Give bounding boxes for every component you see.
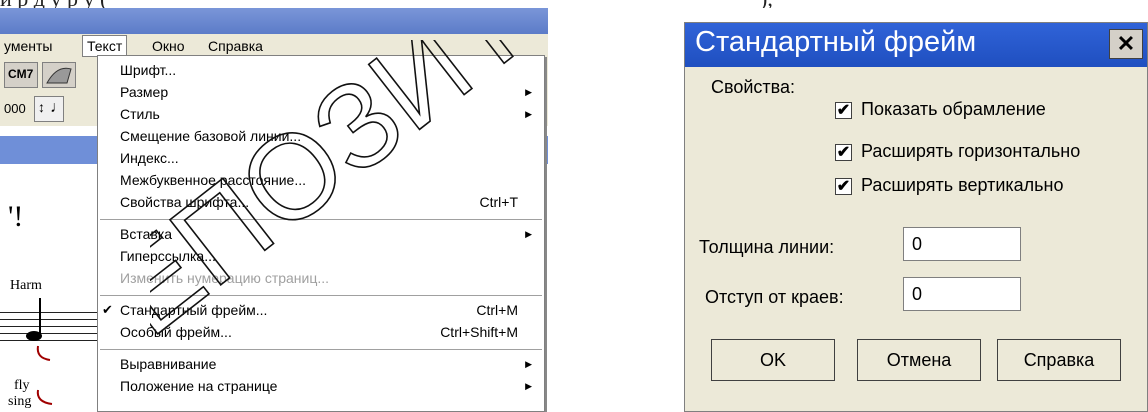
menu-item-baseline-shift[interactable]: Смещение базовой линии... bbox=[98, 126, 544, 146]
stepper-arrows-icon: ↕ bbox=[38, 99, 45, 115]
app-titlebar bbox=[0, 8, 548, 34]
caption-right: ), bbox=[760, 0, 773, 8]
menu-item-label: Шрифт... bbox=[120, 62, 177, 78]
menu-item-label: Свойства шрифта... bbox=[120, 194, 250, 210]
menu-item-alignment[interactable]: Выравнивание ▶ bbox=[98, 354, 544, 374]
menu-item-shortcut: Ctrl+T bbox=[479, 194, 519, 210]
menu-text[interactable]: Текст bbox=[82, 35, 128, 57]
menu-item-page-position[interactable]: Положение на странице ▶ bbox=[98, 376, 544, 396]
menu-window[interactable]: Окно bbox=[148, 37, 189, 55]
check-icon: ✔ bbox=[102, 302, 113, 317]
dialog-title: Стандартный фрейм bbox=[695, 26, 977, 58]
lyric-fly: fly bbox=[14, 378, 30, 393]
menu-item-shortcut: Ctrl+Shift+M bbox=[440, 324, 518, 340]
submenu-arrow-icon: ▶ bbox=[525, 359, 532, 369]
app-window: ументы Текст Окно Справка CM7 000 ↕ ♩ '!… bbox=[0, 8, 548, 412]
menu-item-custom-frame[interactable]: Особый фрейм... Ctrl+Shift+M bbox=[98, 322, 544, 342]
score-exclaim: '! bbox=[8, 200, 24, 233]
submenu-arrow-icon: ▶ bbox=[525, 229, 532, 239]
menu-item-renumber-pages: Изменить нумерацию страниц... bbox=[98, 268, 544, 288]
show-frame-label: Показать обрамление bbox=[861, 99, 1046, 119]
menu-separator bbox=[100, 295, 542, 296]
menu-item-letter-spacing[interactable]: Межбуквенное расстояние... bbox=[98, 170, 544, 190]
chord-button[interactable]: CM7 bbox=[4, 62, 38, 88]
menu-item-standard-frame[interactable]: ✔ Стандартный фрейм... Ctrl+M bbox=[98, 300, 544, 320]
help-button[interactable]: Справка bbox=[997, 339, 1121, 381]
menu-item-label: Межбуквенное расстояние... bbox=[120, 172, 306, 188]
menu-item-hyperlink[interactable]: Гиперссылка... bbox=[98, 246, 544, 266]
menu-item-label: Гиперссылка... bbox=[120, 248, 216, 264]
menu-item-index[interactable]: Индекс... bbox=[98, 148, 544, 168]
margin-input[interactable]: 0 bbox=[903, 277, 1021, 311]
menu-item-insert[interactable]: Вставка ▶ bbox=[98, 224, 544, 244]
ok-button[interactable]: OK bbox=[711, 339, 835, 381]
menu-item-label: Положение на странице bbox=[120, 378, 278, 394]
menu-separator bbox=[100, 219, 542, 220]
caption-left: и р д у р у ( bbox=[0, 0, 107, 8]
zoom-value: 000 bbox=[4, 101, 26, 116]
menu-separator bbox=[100, 349, 542, 350]
menu-item-font-properties[interactable]: Свойства шрифта... Ctrl+T bbox=[98, 192, 544, 212]
cancel-button[interactable]: Отмена bbox=[857, 339, 981, 381]
line-thickness-input[interactable]: 0 bbox=[903, 227, 1021, 261]
expand-vertical-label: Расширять вертикально bbox=[861, 175, 1064, 195]
caption-text: и р д у р у ( ), bbox=[0, 0, 1148, 8]
dialog-titlebar: Стандартный фрейм ✕ bbox=[685, 23, 1147, 67]
close-button[interactable]: ✕ bbox=[1109, 29, 1143, 59]
lyric-sing: sing bbox=[8, 394, 32, 409]
chord-label: CM7 bbox=[8, 67, 34, 81]
close-icon: ✕ bbox=[1116, 31, 1136, 56]
expand-vertical-checkbox[interactable]: ✔ bbox=[835, 178, 852, 195]
menu-item-label: Смещение базовой линии... bbox=[120, 128, 302, 144]
note-stepper[interactable]: ↕ ♩ bbox=[34, 96, 66, 122]
show-frame-checkbox[interactable]: ✔ bbox=[835, 102, 852, 119]
quarter-note-icon: ♩ bbox=[50, 99, 66, 116]
menu-item-style[interactable]: Стиль ▶ bbox=[98, 104, 544, 124]
expand-horizontal-checkbox[interactable]: ✔ bbox=[835, 144, 852, 161]
chord-shape-icon[interactable] bbox=[42, 62, 76, 88]
menu-item-label: Изменить нумерацию страниц... bbox=[120, 270, 330, 286]
menu-help[interactable]: Справка bbox=[204, 37, 267, 55]
menu-tools[interactable]: ументы bbox=[0, 37, 56, 55]
menu-item-label: Индекс... bbox=[120, 150, 179, 166]
menu-item-label: Выравнивание bbox=[120, 356, 217, 372]
menu-item-font[interactable]: Шрифт... bbox=[98, 60, 544, 80]
standard-frame-dialog: Стандартный фрейм ✕ Свойства: ✔ Показать… bbox=[684, 22, 1148, 412]
submenu-arrow-icon: ▶ bbox=[525, 87, 532, 97]
menu-item-label: Стандартный фрейм... bbox=[120, 302, 268, 318]
text-menu-dropdown: Шрифт... Размер ▶ Стиль ▶ Смещение базов… bbox=[97, 55, 545, 412]
menu-item-label: Размер bbox=[120, 84, 169, 100]
menu-item-label: Стиль bbox=[120, 106, 160, 122]
expand-horizontal-label: Расширять горизонтально bbox=[861, 141, 1081, 161]
score-harm-text: Harm bbox=[10, 278, 42, 293]
margin-label: Отступ от краев: bbox=[705, 287, 844, 307]
menu-item-size[interactable]: Размер ▶ bbox=[98, 82, 544, 102]
menu-item-label: Особый фрейм... bbox=[120, 324, 232, 340]
submenu-arrow-icon: ▶ bbox=[525, 109, 532, 119]
submenu-arrow-icon: ▶ bbox=[525, 381, 532, 391]
line-thickness-label: Толщина линии: bbox=[699, 237, 835, 257]
menu-item-shortcut: Ctrl+M bbox=[476, 302, 518, 318]
menu-item-label: Вставка bbox=[120, 226, 173, 242]
properties-label: Свойства: bbox=[711, 77, 796, 97]
